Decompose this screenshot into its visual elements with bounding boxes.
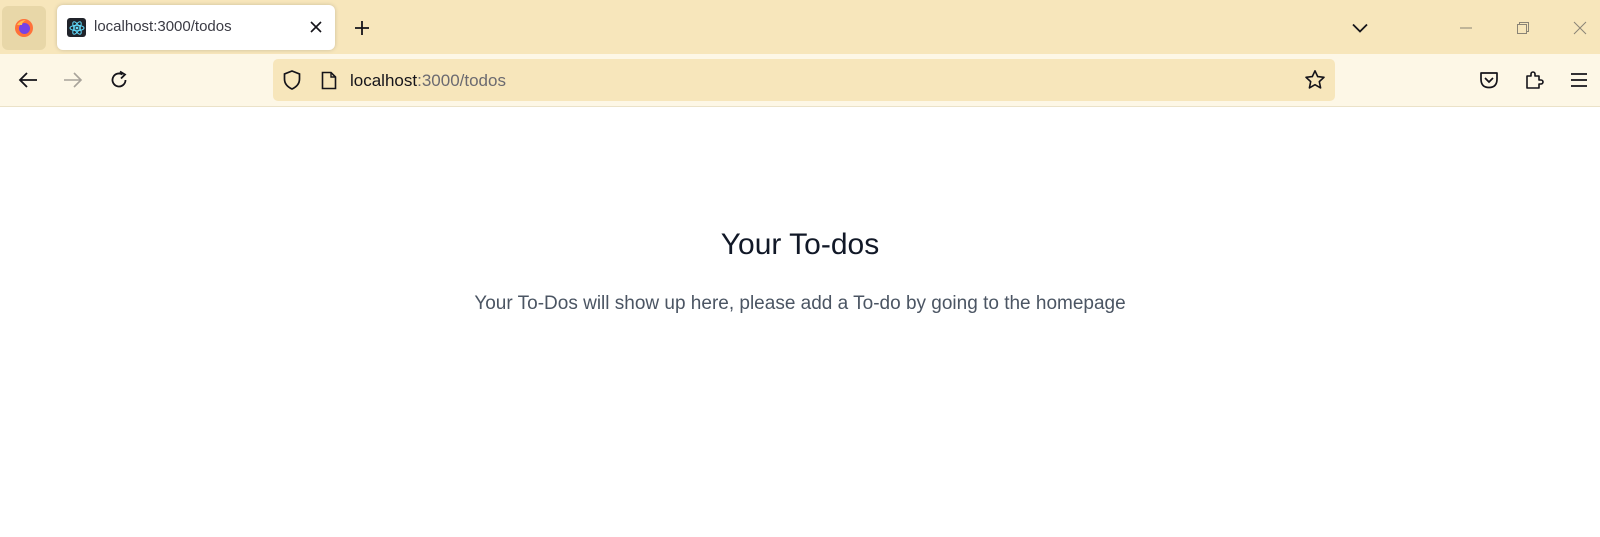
url-text[interactable]: localhost:3000/todos bbox=[350, 71, 506, 91]
minimize-icon bbox=[1459, 21, 1473, 35]
shield-icon[interactable] bbox=[281, 69, 303, 91]
new-tab-button[interactable] bbox=[350, 16, 374, 40]
address-bar[interactable]: localhost:3000/todos bbox=[273, 59, 1335, 101]
page-icon[interactable] bbox=[318, 69, 340, 91]
arrow-right-icon bbox=[63, 71, 83, 89]
pocket-icon bbox=[1479, 71, 1499, 89]
back-button[interactable] bbox=[14, 66, 42, 94]
empty-state-message: Your To-Dos will show up here, please ad… bbox=[474, 293, 1126, 314]
reload-icon bbox=[109, 70, 129, 90]
list-all-tabs-button[interactable] bbox=[1348, 16, 1372, 40]
close-icon bbox=[1573, 21, 1587, 35]
forward-button[interactable] bbox=[59, 66, 87, 94]
puzzle-icon bbox=[1524, 70, 1544, 90]
star-icon bbox=[1304, 69, 1326, 91]
minimize-button[interactable] bbox=[1454, 16, 1478, 40]
hamburger-icon bbox=[1570, 72, 1588, 88]
close-window-button[interactable] bbox=[1568, 16, 1592, 40]
page-title: Your To-dos bbox=[720, 228, 880, 261]
react-icon bbox=[67, 18, 86, 37]
chevron-down-icon bbox=[1352, 23, 1368, 33]
tab-strip: localhost:3000/todos bbox=[0, 0, 1600, 54]
firefox-icon bbox=[14, 18, 34, 38]
navigation-toolbar: localhost:3000/todos bbox=[0, 54, 1600, 107]
plus-icon bbox=[354, 20, 370, 36]
close-icon bbox=[310, 21, 322, 33]
pocket-button[interactable] bbox=[1475, 66, 1503, 94]
url-path: :3000/todos bbox=[417, 71, 506, 90]
page-content: Your To-dos Your To-Dos will show up her… bbox=[0, 107, 1600, 537]
reload-button[interactable] bbox=[105, 66, 133, 94]
restore-icon bbox=[1516, 21, 1530, 35]
firefox-menu-button[interactable] bbox=[2, 6, 46, 50]
extensions-button[interactable] bbox=[1520, 66, 1548, 94]
bookmark-button[interactable] bbox=[1303, 68, 1327, 92]
restore-button[interactable] bbox=[1511, 16, 1535, 40]
app-menu-button[interactable] bbox=[1565, 66, 1593, 94]
close-tab-button[interactable] bbox=[305, 16, 327, 38]
tab-title: localhost:3000/todos bbox=[94, 18, 232, 35]
arrow-left-icon bbox=[18, 71, 38, 89]
url-host: localhost bbox=[350, 71, 418, 90]
tab-active[interactable]: localhost:3000/todos bbox=[57, 5, 335, 50]
